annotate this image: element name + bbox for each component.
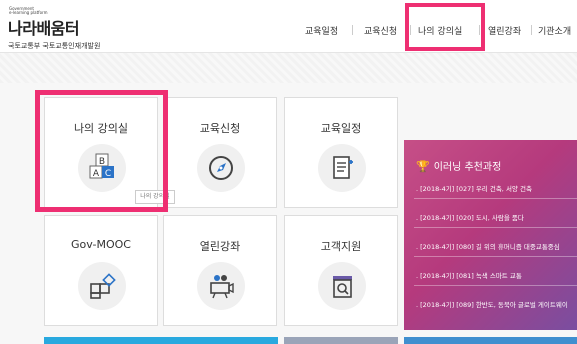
nav-apply[interactable]: 교육신청	[364, 24, 397, 37]
trophy-icon: 🏆	[416, 160, 430, 173]
card-open-course[interactable]: 열린강좌	[163, 215, 277, 326]
highlight-box-nav	[405, 3, 485, 51]
logo-small-text: Government e-learning platform	[9, 7, 48, 15]
card-title: 열린강좌	[199, 240, 241, 253]
camera-icon	[210, 275, 234, 299]
recommended-item[interactable]: . [2018-4기] [089] 한반도, 동북아 글로벌 게이트웨이	[416, 299, 577, 309]
card-title: 교육일정	[320, 122, 362, 135]
card-title: Gov-MOOC	[71, 238, 131, 251]
site-header: Government e-learning platform 나라배움터 국토교…	[0, 0, 577, 53]
divider	[414, 198, 577, 199]
highlight-box-card	[35, 90, 168, 212]
recommended-item[interactable]: . [2018-4기] [027] 우리 건축, 서양 건축	[416, 183, 577, 193]
divider	[414, 227, 577, 228]
bottom-banner-gray[interactable]	[284, 337, 398, 344]
magnifier-icon	[333, 276, 352, 298]
nav-separator	[531, 25, 532, 35]
recommended-item-text: [2018-4기] [020] 도시, 사람을 품다	[420, 214, 524, 222]
icon-circle	[197, 262, 245, 310]
recommended-item-text: [2018-4기] [089] 한반도, 동북아 글로벌 게이트웨이	[420, 301, 568, 309]
divider	[414, 285, 577, 286]
icon-circle	[318, 144, 366, 192]
document-icon	[333, 156, 353, 179]
nav-schedule[interactable]: 교육일정	[305, 24, 338, 37]
icon-circle	[78, 262, 126, 310]
nav-about[interactable]: 기관소개	[538, 24, 571, 37]
card-title: 고객지원	[320, 240, 362, 253]
recommended-item-text: [2018-4기] [081] 녹색 스마트 교통	[420, 272, 522, 280]
nav-open-course[interactable]: 열린강좌	[488, 24, 521, 37]
recommended-item-text: [2018-4기] [027] 우리 건축, 서양 건축	[420, 185, 532, 193]
bottom-banner-blue[interactable]	[44, 337, 278, 344]
site-logo[interactable]: 나라배움터	[8, 15, 80, 39]
logo-subtitle: 국토교통부 국토교통인재개발원	[8, 42, 101, 50]
recommended-courses-panel: 🏆 이러닝 추천과정 . [2018-4기] [027] 우리 건축, 서양 건축…	[404, 140, 577, 330]
bottom-banner-right[interactable]	[404, 337, 577, 344]
shapes-icon	[90, 273, 116, 299]
card-apply[interactable]: 교육신청	[163, 97, 277, 208]
card-customer-support[interactable]: 고객지원	[284, 215, 398, 326]
recommended-item[interactable]: . [2018-4기] [081] 녹색 스마트 교통	[416, 270, 577, 280]
card-title: 교육신청	[199, 122, 241, 135]
recommended-item[interactable]: . [2018-4기] [020] 도시, 사람을 품다	[416, 212, 577, 222]
compass-icon	[209, 156, 233, 180]
recommended-title: 🏆 이러닝 추천과정	[416, 158, 501, 173]
recommended-item[interactable]: . [2018-4기] [080] 길 위의 휴머니즘 대중교통중심	[416, 241, 577, 251]
card-schedule[interactable]: 교육일정	[284, 97, 398, 208]
icon-circle	[318, 262, 366, 310]
divider	[414, 256, 577, 257]
nav-separator	[352, 25, 353, 35]
icon-circle	[197, 144, 245, 192]
recommended-title-text: 이러닝 추천과정	[433, 162, 502, 173]
background-pattern	[0, 53, 577, 83]
recommended-item-text: [2018-4기] [080] 길 위의 휴머니즘 대중교통중심	[420, 243, 560, 251]
card-gov-mooc[interactable]: Gov-MOOC	[44, 215, 158, 326]
